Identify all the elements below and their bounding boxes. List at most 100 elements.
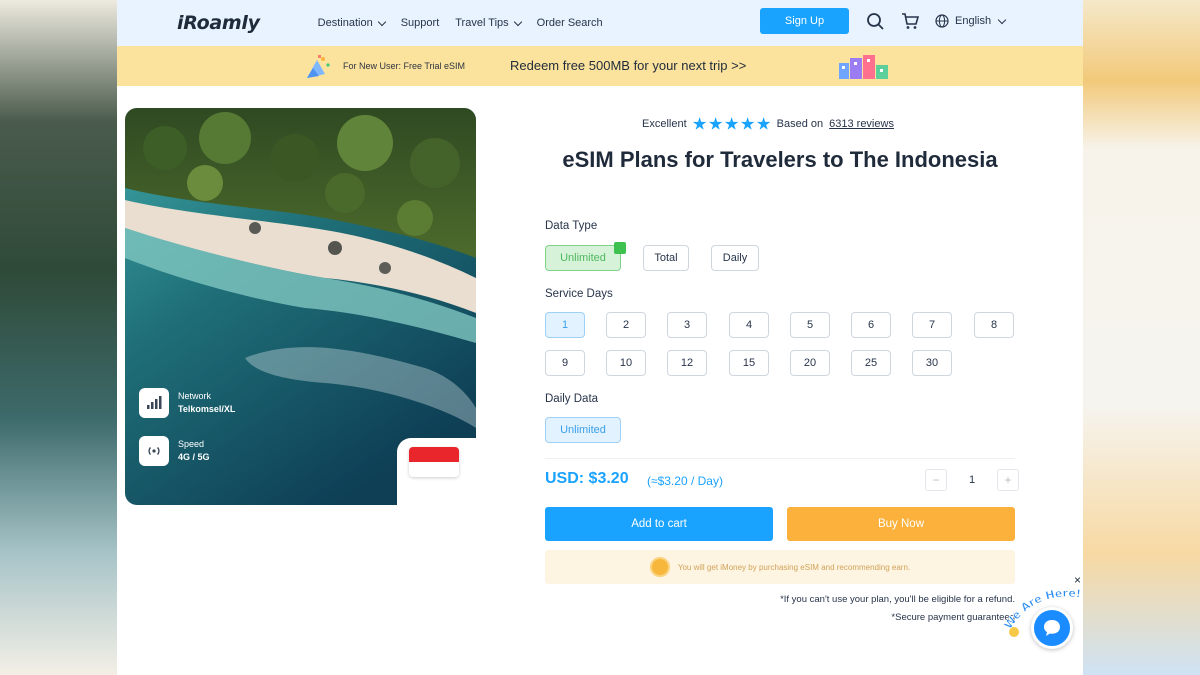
daily-data-label: Daily Data [545, 393, 599, 405]
speed-info: Speed 4G / 5G [178, 438, 210, 465]
party-popper-icon [307, 55, 330, 78]
data-type-unlimited[interactable]: Unlimited [545, 242, 626, 271]
service-days-label: Service Days [545, 288, 613, 300]
day-option[interactable]: 30 [912, 350, 952, 376]
day-option-label: 1 [561, 319, 569, 331]
network-value: Telkomsel/XL [178, 404, 236, 414]
day-option-label: 6 [867, 319, 875, 331]
language-selector[interactable]: English [935, 14, 1007, 28]
add-to-cart-button[interactable]: Add to cart [545, 507, 773, 541]
data-type-daily-label: Daily [722, 252, 748, 264]
network-badge: Network Telkomsel/XL [139, 388, 235, 418]
chevron-down-icon [377, 17, 386, 26]
network-label: Network [178, 390, 212, 401]
nav-travel-tips[interactable]: Travel Tips [455, 17, 522, 29]
decrement-button[interactable]: − [925, 469, 947, 491]
globe-icon [935, 14, 949, 28]
day-option-label: 2 [622, 319, 630, 331]
day-option[interactable]: 1 [545, 312, 585, 338]
quantity-value[interactable]: 1 [947, 474, 997, 486]
star-icon [692, 117, 707, 130]
cart-icon[interactable] [901, 12, 919, 30]
data-type-total[interactable]: Total [643, 245, 689, 271]
coin-icon [649, 557, 670, 577]
chat-button[interactable] [1031, 607, 1073, 649]
day-option-label: 5 [806, 319, 814, 331]
rating-summary: Excellent Based on 6313 reviews [642, 117, 894, 131]
site-header: iRoamly Destination Support Travel Tips … [117, 0, 1083, 46]
signal-bars-icon [139, 388, 169, 418]
nav-support-label: Support [400, 17, 440, 29]
data-type-total-label: Total [654, 252, 678, 264]
reviews-link[interactable]: 6313 reviews [829, 118, 894, 130]
quantity-stepper: − 1 + [925, 469, 1019, 491]
day-option-label: 9 [561, 357, 569, 369]
price: USD: $3.20 [545, 470, 629, 487]
buy-now-button[interactable]: Buy Now [787, 507, 1015, 541]
data-type-unlimited-label: Unlimited [560, 252, 606, 264]
day-option-label: 3 [683, 319, 691, 331]
data-type-label: Data Type [545, 220, 598, 232]
promo-banner[interactable]: For New User: Free Trial eSIM Redeem fre… [117, 46, 1083, 86]
page-title: eSIM Plans for Travelers to The Indonesi… [562, 147, 998, 172]
logo[interactable]: iRoamly [177, 12, 260, 34]
day-option[interactable]: 12 [667, 350, 707, 376]
day-option-label: 30 [925, 357, 939, 369]
star-icon [724, 117, 739, 130]
day-option[interactable]: 9 [545, 350, 585, 376]
speed-badge: Speed 4G / 5G [139, 436, 210, 466]
day-option[interactable]: 20 [790, 350, 830, 376]
secure-note: *Secure payment guaranteed [891, 612, 1015, 623]
divider [545, 458, 1015, 459]
antenna-signal-icon [139, 436, 169, 466]
day-option[interactable]: 3 [667, 312, 707, 338]
promo-big-text: Redeem free 500MB for your next trip >> [510, 58, 747, 73]
chevron-down-icon [997, 15, 1007, 24]
sign-up-button[interactable]: Sign Up [760, 8, 849, 34]
city-buildings-icon [839, 55, 888, 79]
main-nav: Destination Support Travel Tips Order Se… [318, 17, 603, 29]
increment-button[interactable]: + [997, 469, 1019, 491]
star-icon [740, 117, 755, 130]
indonesia-flag-icon [409, 447, 459, 477]
day-option[interactable]: 5 [790, 312, 830, 338]
speed-value: 4G / 5G [178, 452, 210, 462]
chat-bubble-icon [1044, 620, 1060, 636]
network-info: Network Telkomsel/XL [178, 390, 235, 417]
day-option[interactable]: 2 [606, 312, 646, 338]
day-option[interactable]: 15 [729, 350, 769, 376]
daily-data-unlimited-label: Unlimited [560, 424, 606, 436]
day-option[interactable]: 25 [851, 350, 891, 376]
star-icon [756, 117, 771, 130]
promo-small-text: For New User: Free Trial eSIM [343, 61, 466, 71]
daily-data-unlimited[interactable]: Unlimited [545, 417, 621, 443]
based-on-label: Based on [776, 118, 824, 130]
speed-label: Speed [178, 438, 205, 449]
search-icon[interactable] [866, 12, 884, 30]
rating-stars [692, 117, 771, 131]
day-option-label: 20 [803, 357, 817, 369]
nav-order-search[interactable]: Order Search [537, 17, 603, 29]
day-option-label: 15 [742, 357, 756, 369]
day-option[interactable]: 4 [729, 312, 769, 338]
day-option-label: 7 [928, 319, 936, 331]
language-label: English [955, 15, 992, 27]
background-blur-left [0, 0, 118, 675]
rating-label: Excellent [642, 118, 687, 130]
nav-support[interactable]: Support [401, 17, 440, 29]
data-type-daily[interactable]: Daily [711, 245, 759, 271]
background-blur-right [1082, 0, 1200, 675]
nav-destination[interactable]: Destination [318, 17, 386, 29]
day-option[interactable]: 10 [606, 350, 646, 376]
refund-note: *If you can't use your plan, you'll be e… [780, 594, 1015, 605]
day-option[interactable]: 6 [851, 312, 891, 338]
day-option-label: 25 [864, 357, 878, 369]
day-option[interactable]: 8 [974, 312, 1014, 338]
price-per-day: (≈$3.20 / Day) [647, 474, 723, 488]
day-option[interactable]: 7 [912, 312, 952, 338]
chevron-down-icon [513, 17, 522, 26]
star-icon [708, 117, 723, 130]
new-tag-icon [614, 242, 626, 254]
nav-order-search-label: Order Search [536, 17, 603, 29]
day-option-label: 10 [619, 357, 633, 369]
